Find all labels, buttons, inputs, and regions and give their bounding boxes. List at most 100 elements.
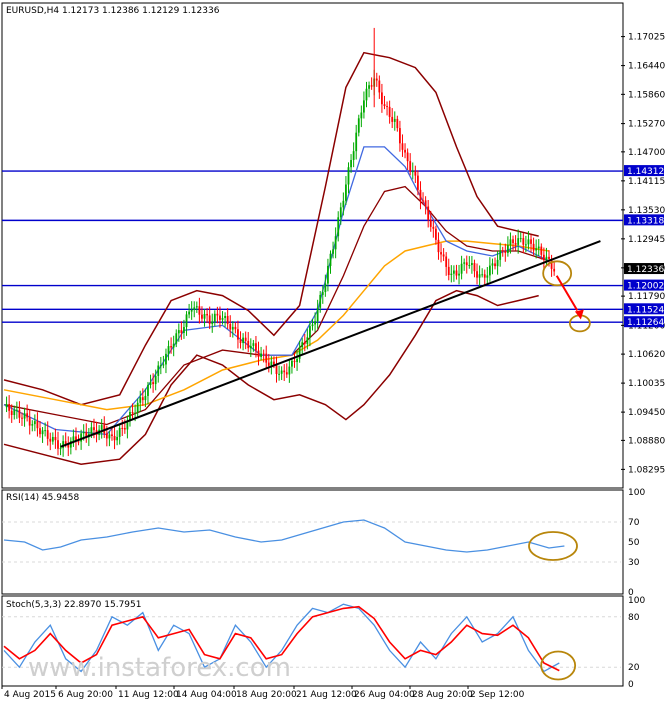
candle-body — [427, 206, 430, 220]
candle-body — [211, 321, 214, 324]
candle-body — [185, 314, 188, 328]
candle-body — [381, 92, 383, 105]
candle-body — [481, 274, 484, 276]
stoch-tick-label: 100 — [628, 596, 645, 606]
candle-body — [440, 252, 442, 255]
candle-body — [267, 362, 270, 366]
candle-body — [399, 128, 401, 144]
candle-body — [291, 360, 293, 367]
candle-body — [496, 259, 499, 267]
candle-body — [355, 132, 358, 152]
candle-body — [524, 244, 527, 246]
candle-body — [39, 428, 41, 435]
candle-body — [414, 171, 417, 176]
candle-body — [499, 250, 502, 260]
candle-body — [229, 323, 232, 330]
candle-body — [514, 243, 517, 245]
candle-body — [494, 263, 496, 267]
rsi-header: RSI(14) 45.9458 — [6, 493, 79, 503]
candle-body — [165, 353, 167, 365]
candle-body — [458, 273, 460, 276]
candle-body — [190, 309, 193, 312]
candle-body — [445, 256, 448, 267]
candle-body — [275, 365, 278, 375]
candle-body — [417, 175, 419, 190]
candle-body — [257, 350, 260, 357]
candle-body — [170, 346, 173, 348]
candle-body — [54, 436, 57, 441]
candle-body — [476, 271, 478, 278]
candle-body — [311, 324, 314, 327]
candle-body — [337, 217, 340, 237]
candle-body — [470, 263, 473, 266]
y-tick-label: 1.09450 — [628, 408, 665, 418]
candle-body — [175, 333, 178, 344]
candle-body — [293, 360, 296, 363]
candle-body — [437, 239, 440, 253]
candle-body — [108, 434, 111, 439]
level-label: 1.11524 — [627, 305, 664, 315]
candle-body — [123, 427, 126, 430]
candle-body — [319, 294, 322, 308]
y-tick-label: 1.08295 — [628, 465, 665, 475]
candle-body — [332, 249, 334, 254]
candle-body — [345, 184, 347, 201]
candle-body — [252, 343, 255, 346]
candle-body — [316, 307, 319, 322]
candle-body — [82, 432, 85, 434]
chart-window: 1.17025 1.16440 1.15860 1.15270 1.14700 1.141… — [0, 0, 665, 704]
candle-body — [388, 106, 391, 117]
candle-body — [5, 403, 8, 408]
candle-body — [298, 347, 301, 359]
candle-body — [242, 337, 244, 344]
candle-body — [41, 430, 44, 435]
y-tick-label: 1.10035 — [628, 379, 665, 389]
candle-body — [213, 313, 216, 322]
candle-body — [237, 329, 239, 340]
candle-body — [255, 343, 257, 351]
candle-body — [478, 274, 481, 278]
candle-body — [368, 85, 370, 89]
candle-body — [324, 283, 327, 293]
stoch-header: Stoch(5,3,3) 22.8970 15.7951 — [6, 600, 141, 610]
candle-body — [460, 263, 463, 274]
y-tick-label: 1.16440 — [628, 62, 665, 72]
candle-body — [177, 330, 180, 334]
candle-body — [28, 417, 31, 426]
candle-body — [517, 238, 520, 245]
candle-body — [473, 263, 476, 272]
candle-body — [134, 412, 137, 414]
candle-body — [93, 427, 95, 431]
forecast-arrow-head — [574, 309, 584, 320]
candle-body — [26, 413, 29, 418]
candle-body — [463, 262, 466, 264]
rsi-tick-label: 30 — [628, 558, 640, 568]
candle-body — [530, 239, 532, 244]
rsi-tick-label: 70 — [628, 518, 640, 528]
candle-body — [391, 116, 394, 122]
candle-body — [15, 409, 18, 411]
candle-body — [370, 85, 373, 87]
candle-body — [149, 382, 152, 385]
candle-body — [46, 430, 49, 439]
candle-body — [144, 395, 147, 401]
stoch-tick-label: 80 — [628, 613, 640, 623]
y-tick-label: 1.08880 — [628, 436, 665, 446]
candle-body — [162, 364, 165, 366]
level-label: 1.14312 — [627, 167, 664, 177]
candle-body — [509, 239, 512, 246]
candle-body — [357, 118, 360, 133]
candle-body — [36, 421, 39, 429]
candle-body — [219, 315, 221, 320]
candle-body — [455, 270, 458, 276]
candle-body — [401, 143, 404, 150]
candle-body — [545, 256, 548, 261]
candle-body — [198, 306, 201, 315]
stoch-annotation-ellipse — [540, 650, 577, 681]
y-tick-label: 1.15860 — [628, 90, 665, 100]
candle-body — [136, 402, 139, 413]
candle-body — [231, 326, 234, 330]
candle-body — [468, 265, 471, 267]
candle-body — [424, 200, 427, 207]
rsi-plot — [2, 519, 621, 563]
